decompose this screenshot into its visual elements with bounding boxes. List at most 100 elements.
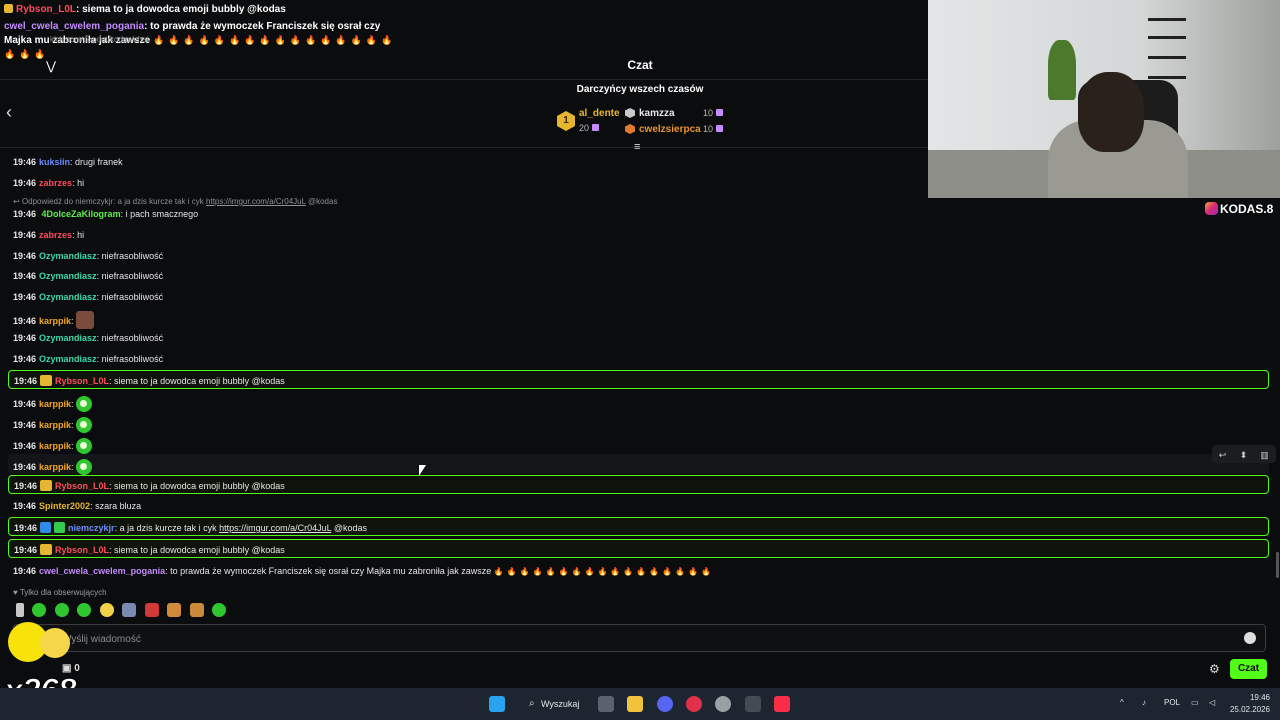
message-username[interactable]: Ozymandiasz [39, 333, 97, 343]
gifter-name[interactable]: kamzza [639, 108, 675, 119]
send-chat-button[interactable]: Czat [1230, 659, 1267, 679]
chat-message[interactable]: 19:46 karppik: [13, 417, 93, 433]
message-username[interactable]: Rybson_L0L [55, 481, 109, 491]
music-icon[interactable] [774, 696, 790, 712]
message-username[interactable]: Rybson_L0L [55, 376, 109, 386]
green-emote[interactable] [77, 603, 92, 617]
chat-message[interactable]: 19:46 Ozymandiasz: niefrasobliwość [13, 271, 163, 281]
chat-message[interactable]: 19:46 Ozymandiasz: niefrasobliwość [13, 333, 163, 343]
message-username[interactable]: zabrzes [39, 178, 72, 188]
chevron-left-icon[interactable]: ‹ [6, 102, 12, 123]
search-label: Wyszukaj [541, 699, 580, 709]
app-icon[interactable] [715, 696, 731, 712]
message-username[interactable]: niemczykjr [68, 523, 115, 533]
chat-message[interactable]: 19:46 karppik: [13, 438, 93, 454]
microphone-icon[interactable]: ♪ [1142, 698, 1146, 707]
message-username[interactable]: Rybson_L0L [55, 545, 109, 555]
emoji-picker-icon[interactable] [1244, 632, 1256, 644]
file-explorer-icon[interactable] [627, 696, 643, 712]
message-username[interactable]: 4DolceZaKilogram [42, 209, 121, 219]
chat-message[interactable]: 19:46 Rybson_L0L: siema to ja dowodca emo… [14, 544, 285, 555]
chevron-up-icon[interactable]: ^ [1120, 698, 1124, 707]
chat-message[interactable]: 19:46 4DolceZaKilogram: i pach smacznego [13, 209, 198, 219]
red-emote[interactable] [144, 603, 159, 617]
message-text: : i pach smacznego [120, 209, 199, 219]
reply-context[interactable]: ↩ Odpowiedź do niemczykjr: a ja dzis kur… [13, 197, 337, 206]
highlighted-message[interactable]: 19:46 Rybson_L0L: siema to ja dowodca emo… [8, 475, 1269, 494]
bubbly-emote[interactable] [76, 459, 93, 475]
chat-message[interactable]: 19:46 karppik: [13, 311, 95, 329]
message-username[interactable]: karppik [39, 441, 71, 451]
network-icon[interactable]: ▭ [1191, 698, 1199, 707]
chat-message[interactable]: 19:46 Ozymandiasz: niefrasobliwość [13, 292, 163, 302]
taskbar-search[interactable]: ⌕ Wyszukaj [523, 694, 583, 714]
chat-message[interactable]: 19:46 Ozymandiasz: niefrasobliwość [13, 354, 163, 364]
message-username[interactable]: Ozymandiasz [39, 271, 97, 281]
bubbly-emote[interactable] [212, 603, 227, 617]
chat-message[interactable]: 19:46 karppik: [13, 459, 93, 475]
message-input-box[interactable] [13, 624, 1266, 652]
message-username[interactable]: karppik [39, 462, 71, 472]
chat-scrollbar[interactable] [1276, 552, 1279, 578]
figure-emote[interactable] [16, 603, 24, 617]
gifter-name[interactable]: cwelzsierpca [639, 124, 701, 135]
collapse-icon[interactable]: ≡ [634, 141, 640, 153]
face-emote[interactable] [167, 603, 182, 617]
app-icon[interactable] [745, 696, 761, 712]
face-emote[interactable] [189, 603, 204, 617]
overlay-line-1: Rybson_L0L: siema to ja dowodca emoji bu… [4, 4, 286, 15]
task-view-icon[interactable] [598, 696, 614, 712]
message-username[interactable]: Ozymandiasz [39, 354, 97, 364]
search-icon: ⌕ [529, 698, 535, 709]
chat-message[interactable]: 19:46 Spinter2002: szara bluza [13, 501, 141, 511]
chat-message[interactable]: 19:46 Rybson_L0L: siema to ja dowodca emo… [14, 480, 285, 491]
chat-message[interactable]: 19:46 kuksiin: drugi franek [13, 157, 123, 167]
volume-icon[interactable]: ◁ [1209, 698, 1215, 707]
message-username[interactable]: zabrzes [39, 230, 72, 240]
bubbly-emote[interactable] [76, 396, 93, 412]
trash-icon[interactable]: ▥ [1254, 446, 1275, 464]
message-input[interactable] [62, 631, 1212, 647]
bubbly-emote[interactable] [76, 438, 93, 454]
language-indicator[interactable]: POL [1164, 698, 1180, 707]
message-username[interactable]: cwel_cwela_cwelem_pogania [39, 566, 165, 576]
opera-icon[interactable] [686, 696, 702, 712]
message-time: 19:46 [13, 501, 37, 511]
highlighted-message[interactable]: 19:46 Rybson_L0L: siema to ja dowodca emo… [8, 539, 1269, 558]
windows-start-icon[interactable] [489, 696, 505, 712]
chat-message[interactable]: 19:46 karppik: [13, 396, 93, 412]
chat-message[interactable]: 19:46 cwel_cwela_cwelem_pogania: to prawd… [13, 566, 714, 576]
gear-icon[interactable]: ⚙ [1209, 662, 1220, 676]
chat-message[interactable]: 19:46 zabrzes: hi [13, 230, 84, 240]
image-emote[interactable] [76, 311, 95, 329]
bubbly-emote[interactable] [76, 417, 93, 433]
channel-points[interactable]: ▣ 0 [62, 663, 80, 674]
chat-message[interactable]: 19:46 Rybson_L0L: siema to ja dowodca emo… [14, 375, 285, 386]
highlighted-message[interactable]: 19:46 niemczykjr: a ja dzis kurcze tak i … [8, 517, 1269, 536]
highlighted-message[interactable]: 19:46 Rybson_L0L: siema to ja dowodca emo… [8, 370, 1269, 389]
yellow-emote[interactable] [99, 603, 114, 617]
message-time: 19:46 [13, 157, 37, 167]
gifter-name[interactable]: al_dente [579, 108, 620, 119]
taskbar-clock[interactable]: 19:46 25.02.2026 [1228, 692, 1270, 716]
green-emote[interactable] [54, 603, 69, 617]
chat-message[interactable]: 19:46 Ozymandiasz: niefrasobliwość [13, 251, 163, 261]
message-username[interactable]: karppik [39, 316, 71, 326]
message-username[interactable]: karppik [39, 399, 71, 409]
message-username[interactable]: Spinter2002 [39, 501, 90, 511]
message-link[interactable]: https://imgur.com/a/Cr04JuL [219, 523, 331, 533]
green-emote[interactable] [32, 603, 47, 617]
chat-message[interactable]: 19:46 zabrzes: hi [13, 178, 84, 188]
crown-badge-icon [40, 375, 53, 386]
person-emote[interactable] [122, 603, 137, 617]
message-username[interactable]: Ozymandiasz [39, 292, 97, 302]
message-username[interactable]: karppik [39, 420, 71, 430]
chat-message[interactable]: 19:46 niemczykjr: a ja dzis kurcze tak i … [14, 522, 367, 533]
message-username[interactable]: Ozymandiasz [39, 251, 97, 261]
reply-link[interactable]: https://imgur.com/a/Cr04JuL [206, 197, 306, 206]
message-username[interactable]: kuksiin [39, 157, 70, 167]
discord-icon[interactable] [657, 696, 673, 712]
reply-icon[interactable]: ↩ [1212, 446, 1233, 464]
pin-icon[interactable]: ⬍ [1233, 446, 1254, 464]
overlay-text: : siema to ja dowodca emoji bubbly @koda… [76, 4, 286, 15]
